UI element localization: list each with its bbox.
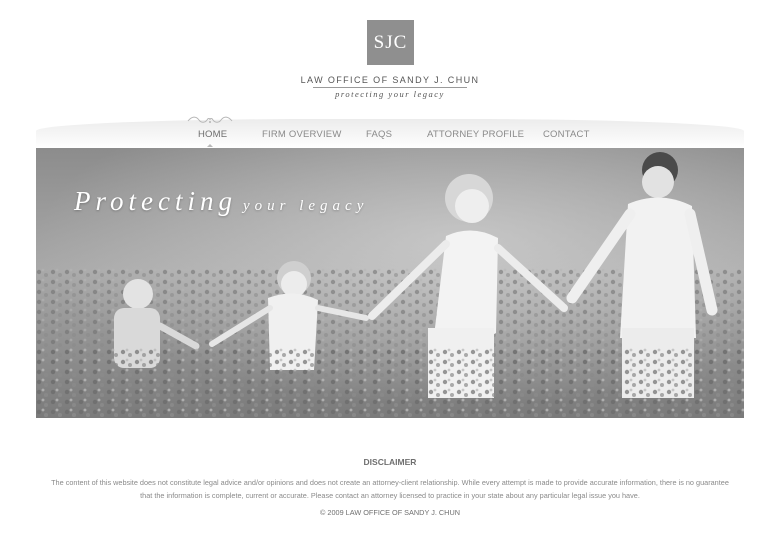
active-nav-pointer-icon	[207, 144, 213, 147]
copyright-notice: © 2009 LAW OFFICE OF SANDY J. CHUN	[320, 508, 460, 517]
firm-tagline: protecting your legacy	[335, 89, 445, 99]
page: SJC LAW OFFICE OF SANDY J. CHUN protecti…	[0, 0, 780, 550]
hero-title-large: Protecting	[74, 186, 237, 216]
hero-photo: Protecting your legacy	[36, 148, 744, 418]
flourish-ornament-icon	[187, 116, 233, 123]
hero-title-small: your legacy	[242, 198, 369, 214]
firm-name-divider	[313, 87, 467, 88]
hero-title: Protecting your legacy	[74, 186, 368, 217]
logo-text: SJC	[373, 31, 408, 53]
nav-faqs[interactable]: FAQS	[366, 129, 392, 140]
disclaimer-text: The content of this website does not con…	[51, 478, 729, 500]
firm-name: LAW OFFICE OF SANDY J. CHUN	[300, 75, 480, 85]
nav-contact[interactable]: CONTACT	[543, 129, 590, 140]
logo[interactable]: SJC	[367, 20, 414, 65]
nav-attorney-profile[interactable]: ATTORNEY PROFILE	[427, 129, 524, 140]
nav-firm-overview[interactable]: FIRM OVERVIEW	[262, 129, 342, 140]
nav-home[interactable]: HOME	[198, 129, 227, 140]
disclaimer-heading: DISCLAIMER	[363, 457, 417, 467]
